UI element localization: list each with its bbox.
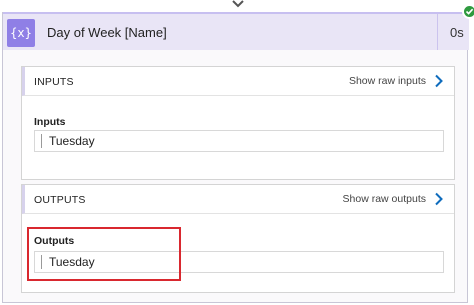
action-title: Day of Week [Name]: [47, 25, 167, 40]
inputs-field-label: Inputs: [34, 116, 66, 128]
chevron-right-icon[interactable]: [434, 74, 444, 88]
show-raw-inputs-link[interactable]: Show raw inputs: [349, 75, 426, 87]
connector-chevron-down-icon: [232, 0, 244, 8]
inputs-field: Tuesday: [34, 130, 444, 152]
outputs-section: OUTPUTS Show raw outputs Outputs Tuesday: [21, 184, 455, 293]
outputs-field-value: Tuesday: [49, 255, 95, 269]
action-header[interactable]: {x} Day of Week [Name] 0s: [3, 12, 469, 50]
outputs-section-header: OUTPUTS Show raw outputs: [22, 185, 454, 214]
inputs-section-title: INPUTS: [34, 76, 74, 88]
inputs-section: INPUTS Show raw inputs Inputs Tuesday: [21, 66, 455, 180]
field-cursor-bar: [41, 255, 42, 269]
variable-curly-braces-icon: {x}: [7, 19, 35, 47]
outputs-field-label: Outputs: [34, 235, 75, 247]
action-card: {x} Day of Week [Name] 0s INPUTS Show ra…: [2, 4, 474, 303]
success-check-icon: [462, 4, 474, 19]
inputs-section-header: INPUTS Show raw inputs: [22, 67, 454, 96]
outputs-section-title: OUTPUTS: [34, 194, 86, 206]
outputs-field: Tuesday: [34, 251, 444, 273]
action-duration: 0s: [450, 25, 464, 40]
field-cursor-bar: [41, 134, 42, 148]
show-raw-outputs-link[interactable]: Show raw outputs: [343, 193, 426, 205]
inputs-field-value: Tuesday: [49, 134, 95, 148]
header-divider: [437, 14, 438, 50]
flow-run-canvas: {x} Day of Week [Name] 0s INPUTS Show ra…: [0, 0, 474, 305]
chevron-right-icon[interactable]: [434, 192, 444, 206]
